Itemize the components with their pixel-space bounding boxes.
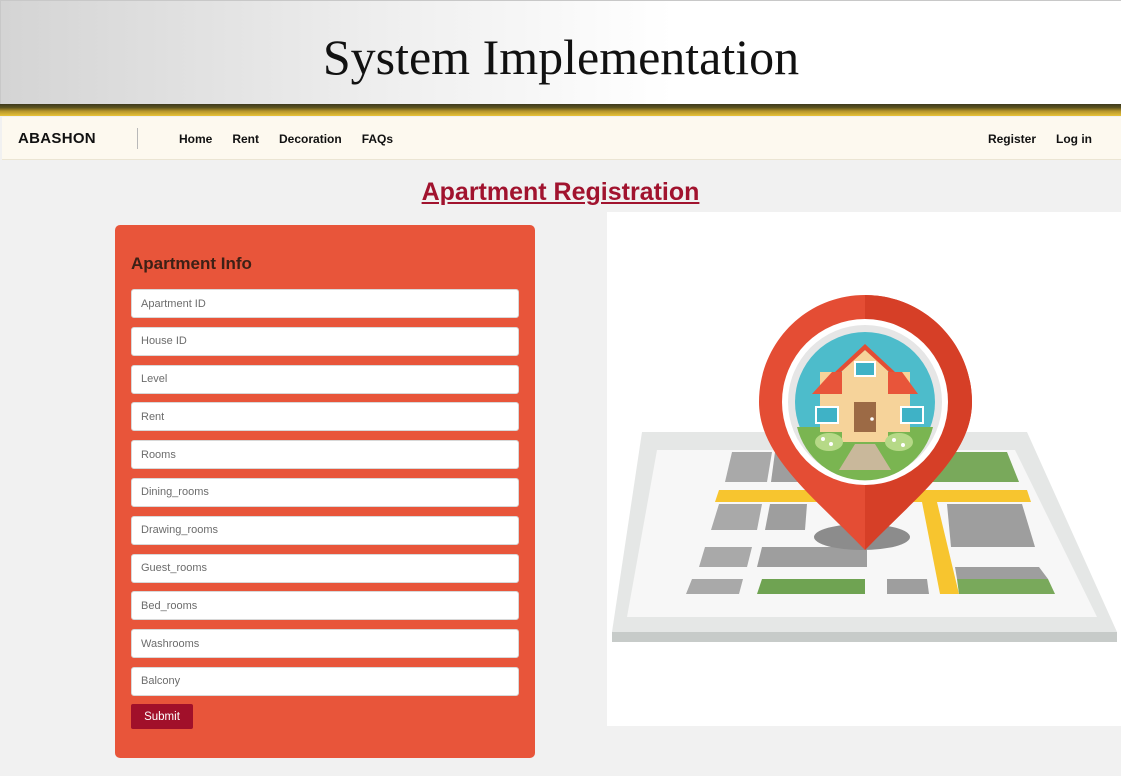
nav-divider (137, 128, 138, 149)
house-map-pin-icon (612, 295, 1117, 642)
brand-logo[interactable]: ABASHON (18, 130, 96, 147)
rooms-field[interactable] (131, 440, 519, 470)
slide-header: System Implementation (0, 0, 1121, 104)
apartment-info-form: Apartment Info Submit (115, 225, 535, 758)
dining-rooms-field[interactable] (131, 477, 519, 507)
bed-rooms-field[interactable] (131, 591, 519, 621)
washrooms-field[interactable] (131, 629, 519, 659)
nav-link-rent[interactable]: Rent (232, 132, 259, 146)
form-title: Apartment Info (131, 254, 252, 273)
rent-field[interactable] (131, 402, 519, 432)
nav-link-home[interactable]: Home (179, 132, 212, 146)
drawing-rooms-field[interactable] (131, 515, 519, 545)
level-field[interactable] (131, 364, 519, 394)
navbar: ABASHON Home Rent Decoration FAQs Regist… (2, 117, 1121, 160)
submit-button[interactable]: Submit (131, 704, 193, 729)
guest-rooms-field[interactable] (131, 553, 519, 583)
apartment-id-field[interactable] (131, 289, 519, 318)
slide-title: System Implementation (322, 29, 800, 85)
nav-link-register[interactable]: Register (988, 132, 1036, 146)
form-fields (131, 289, 519, 705)
nav-link-login[interactable]: Log in (1056, 132, 1092, 146)
nav-auth-links: Register Log in (988, 132, 1092, 146)
illustration-panel (607, 212, 1121, 726)
balcony-field[interactable] (131, 666, 519, 696)
slide-divider-bar (0, 104, 1121, 116)
nav-link-faqs[interactable]: FAQs (362, 132, 393, 146)
nav-links: Home Rent Decoration FAQs (179, 132, 393, 146)
page-heading: Apartment Registration (421, 178, 700, 206)
nav-link-decoration[interactable]: Decoration (279, 132, 342, 146)
house-id-field[interactable] (131, 326, 519, 356)
